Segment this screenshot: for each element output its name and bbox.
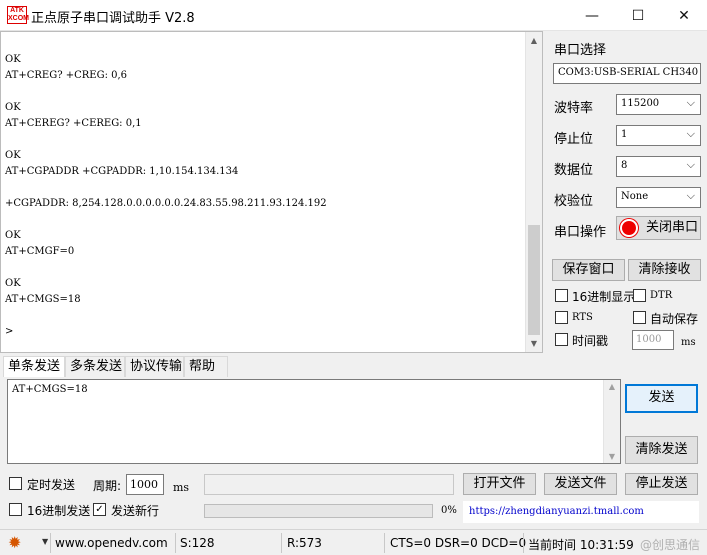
scroll-down-icon[interactable]: ▼	[526, 335, 542, 352]
status-bar: ✹ ▼ www.openedv.com S:128 R:573 CTS=0 DS…	[0, 529, 707, 555]
settings-gear-icon[interactable]: ✹	[8, 533, 21, 552]
shop-link[interactable]: https://zhengdianyuanzi.tmall.com	[463, 501, 699, 523]
file-path-input[interactable]	[204, 474, 454, 495]
tab-single-send[interactable]: 单条发送	[3, 356, 65, 377]
clear-receive-button[interactable]: 清除接收	[628, 259, 701, 281]
send-newline-label: 发送新行	[111, 504, 160, 518]
stop-send-button[interactable]: 停止发送	[625, 473, 698, 495]
scroll-thumb[interactable]	[528, 225, 540, 335]
window-title: 正点原子串口调试助手 V2.8	[31, 11, 195, 26]
maximize-icon: ☐	[631, 7, 645, 24]
chevron-down-icon: ⌵	[686, 127, 695, 140]
receive-area[interactable]: OK AT+CREG? +CREG: 0,6 OK AT+CEREG? +CER…	[0, 31, 543, 353]
timestamp-unit: ms	[681, 337, 696, 348]
save-window-button[interactable]: 保存窗口	[552, 259, 625, 281]
parity-label: 校验位	[554, 194, 594, 209]
progress-percent: 0%	[441, 505, 457, 516]
website-link[interactable]: www.openedv.com	[55, 536, 168, 550]
send-progress-bar	[204, 504, 433, 518]
baud-label: 波特率	[554, 101, 594, 116]
minimize-button[interactable]: —	[569, 0, 615, 31]
send-input[interactable]: AT+CMGS=18 ▲ ▼	[7, 379, 621, 464]
scroll-up-icon[interactable]: ▲	[526, 32, 542, 49]
stopbits-select[interactable]: 1 ⌵	[616, 125, 701, 146]
hex-send-label: 16进制发送	[27, 504, 91, 518]
tab-protocol[interactable]: 协议传输	[125, 356, 184, 377]
sent-count: S:128	[180, 536, 215, 550]
received-count: R:573	[287, 536, 322, 550]
tab-help[interactable]: 帮助	[184, 356, 228, 377]
period-unit: ms	[173, 481, 190, 494]
hex-display-checkbox[interactable]	[555, 289, 568, 302]
close-icon: ✕	[678, 7, 690, 24]
minimize-icon: —	[585, 7, 599, 24]
current-time: 当前时间 10:31:59	[528, 538, 634, 552]
dtr-label: DTR	[650, 290, 673, 301]
send-text: AT+CMGS=18	[12, 384, 88, 395]
app-logo-icon: ATK XCOM	[7, 6, 29, 24]
port-select-label: 串口选择	[554, 43, 607, 58]
port-op-label: 串口操作	[554, 225, 607, 240]
parity-select[interactable]: None ⌵	[616, 187, 701, 208]
chevron-down-icon: ⌵	[686, 189, 695, 202]
auto-save-label: 自动保存	[650, 312, 699, 326]
timed-send-checkbox[interactable]	[9, 477, 22, 490]
open-file-button[interactable]: 打开文件	[463, 473, 536, 495]
close-window-button[interactable]: ✕	[661, 0, 707, 31]
watermark: @创思通信	[640, 538, 701, 552]
send-scrollbar[interactable]: ▲ ▼	[603, 380, 620, 463]
period-input[interactable]: 1000	[126, 474, 164, 495]
send-file-button[interactable]: 发送文件	[544, 473, 617, 495]
record-icon	[622, 221, 636, 235]
chevron-down-icon: ⌵	[686, 158, 695, 171]
timestamp-label: 时间戳	[572, 334, 609, 348]
close-port-button[interactable]: 关闭串口	[616, 216, 701, 240]
timed-send-label: 定时发送	[27, 478, 76, 492]
receive-text: OK AT+CREG? +CREG: 0,6 OK AT+CEREG? +CER…	[5, 54, 327, 337]
period-label: 周期:	[93, 479, 122, 493]
timestamp-input[interactable]: 1000	[632, 330, 674, 350]
timestamp-checkbox[interactable]	[555, 333, 568, 346]
hex-send-checkbox[interactable]	[9, 503, 22, 516]
rts-label: RTS	[572, 312, 593, 323]
chevron-down-icon[interactable]: ▼	[42, 537, 48, 546]
receive-scrollbar[interactable]: ▲ ▼	[525, 32, 542, 352]
port-select[interactable]: COM3:USB-SERIAL CH340	[553, 63, 701, 84]
line-status: CTS=0 DSR=0 DCD=0	[390, 536, 527, 550]
send-button[interactable]: 发送	[625, 384, 698, 413]
tab-multi-send[interactable]: 多条发送	[65, 356, 125, 377]
chevron-down-icon: ⌵	[686, 96, 695, 109]
databits-label: 数据位	[554, 163, 594, 178]
clear-send-button[interactable]: 清除发送	[625, 436, 698, 464]
auto-save-checkbox[interactable]	[633, 311, 646, 324]
baud-select[interactable]: 115200 ⌵	[616, 94, 701, 115]
databits-select[interactable]: 8 ⌵	[616, 156, 701, 177]
rts-checkbox[interactable]	[555, 311, 568, 324]
hex-display-label: 16进制显示	[572, 290, 636, 304]
stopbits-label: 停止位	[554, 132, 594, 147]
dtr-checkbox[interactable]	[633, 289, 646, 302]
maximize-button[interactable]: ☐	[615, 0, 661, 31]
send-newline-checkbox[interactable]: ✓	[93, 503, 106, 516]
title-bar: ATK XCOM 正点原子串口调试助手 V2.8 — ☐ ✕	[0, 0, 707, 31]
